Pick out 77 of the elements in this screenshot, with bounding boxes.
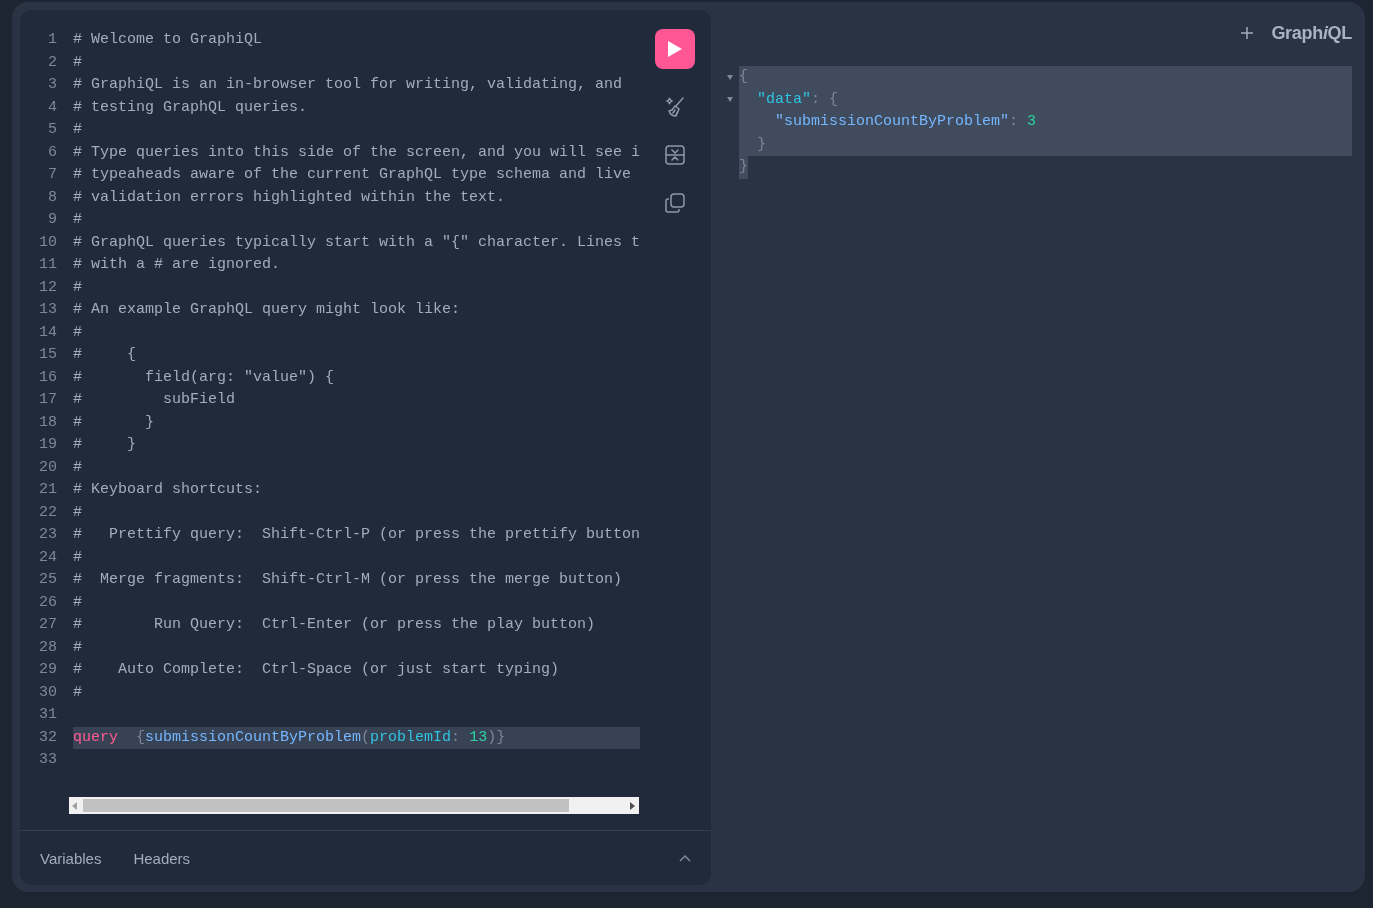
code-line: # Prettify query: Shift-Ctrl-P (or press the prettify button <box>73 525 640 545</box>
merge-icon[interactable] <box>664 144 686 166</box>
code-line: # <box>73 592 83 613</box>
line-number: 10 <box>38 232 57 253</box>
code-line: # <box>73 52 83 73</box>
line-number: 28 <box>38 637 57 658</box>
fold-arrow-icon[interactable] <box>727 97 733 103</box>
run-button[interactable] <box>655 29 695 69</box>
code-line: # Merge fragments: Shift-Ctrl-M (or press the merge button) <box>73 570 624 590</box>
line-number: 17 <box>38 390 57 410</box>
line-number: 29 <box>38 660 57 680</box>
line-number: 5 <box>47 120 57 140</box>
line-number: 7 <box>47 165 57 185</box>
code-line: # <box>73 277 83 298</box>
line-number: 9 <box>47 210 57 230</box>
code-line: # <box>73 637 83 658</box>
code-line: # <box>73 502 83 523</box>
editor-tab[interactable]: Variables <box>40 849 102 867</box>
code-line: # GraphQL queries typically start with a "{" character. Lines t <box>73 232 640 253</box>
editor-tab[interactable]: Headers <box>133 849 191 867</box>
graphiql-logo: GraphiQL <box>1271 22 1352 44</box>
line-number: 2 <box>47 52 57 73</box>
line-number: 23 <box>38 525 57 545</box>
line-number: 8 <box>47 187 57 208</box>
line-number: 3 <box>47 75 57 95</box>
play-icon <box>667 40 683 58</box>
line-number: 4 <box>47 97 57 118</box>
line-number: 12 <box>38 277 57 298</box>
scroll-right-arrow-icon[interactable] <box>630 801 636 810</box>
code-line: # <box>73 682 83 703</box>
code-line: # testing GraphQL queries. <box>73 97 309 118</box>
code-line: # Type queries into this side of the screen, and you will see i <box>73 142 640 163</box>
code-line: # <box>73 547 83 568</box>
code-line: # <box>73 120 83 140</box>
line-number: 15 <box>38 345 57 365</box>
line-number: 33 <box>38 750 57 770</box>
line-number: 26 <box>38 592 57 613</box>
code-line: # with a # are ignored. <box>73 255 282 275</box>
line-number: 16 <box>38 367 57 388</box>
code-line: # Run Query: Ctrl-Enter (or press the play button) <box>73 615 597 635</box>
line-number: 31 <box>38 705 57 725</box>
code-line: # typeaheads aware of the current GraphQL type schema and live <box>73 165 633 185</box>
copy-icon[interactable] <box>664 192 686 214</box>
fold-arrow-icon[interactable] <box>727 74 733 80</box>
line-number: 21 <box>38 480 57 500</box>
code-line: # Auto Complete: Ctrl-Space (or just start typing) <box>73 660 561 680</box>
plus-icon[interactable] <box>1241 27 1254 39</box>
code-line: # <box>73 457 83 478</box>
line-number: 6 <box>47 142 57 163</box>
code-line: # An example GraphQL query might look like: <box>73 300 462 320</box>
code-line: # } <box>73 435 137 455</box>
code-line: # GraphiQL is an in-browser tool for writing, validating, and <box>73 75 624 95</box>
code-line: # } <box>73 412 155 433</box>
prettify-icon[interactable] <box>663 95 687 119</box>
chevron-up-icon[interactable] <box>679 854 691 862</box>
line-number: 24 <box>38 547 57 568</box>
code-line: # field(arg: "value") { <box>73 367 336 388</box>
code-line: # Keyboard shortcuts: <box>73 480 264 500</box>
line-number: 11 <box>38 255 57 275</box>
code-line: # Welcome to GraphiQL <box>73 30 264 50</box>
line-number: 22 <box>38 502 57 523</box>
line-number: 30 <box>38 682 57 703</box>
code-line: # { <box>73 345 137 365</box>
line-number: 18 <box>38 412 57 433</box>
line-number: 25 <box>38 570 57 590</box>
line-number: 1 <box>47 30 57 50</box>
horizontal-scrollbar[interactable] <box>69 797 639 814</box>
code-line: # <box>73 210 83 230</box>
code-line: # subField <box>73 390 237 410</box>
code-line: # <box>73 322 83 343</box>
line-number: 32 <box>38 727 57 748</box>
line-number: 19 <box>38 435 57 455</box>
line-number: 13 <box>38 300 57 320</box>
line-number: 27 <box>38 615 57 635</box>
line-number: 20 <box>38 457 57 478</box>
code-line: # validation errors highlighted within the text. <box>73 187 507 208</box>
line-number: 14 <box>38 322 57 343</box>
